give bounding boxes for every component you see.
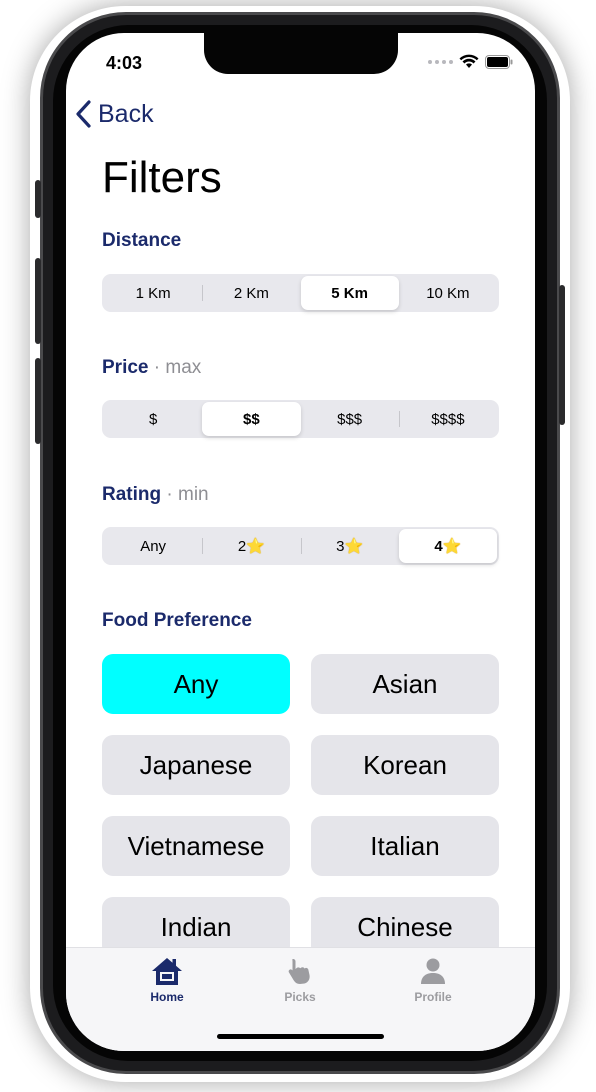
food-preference-label: Food Preference: [102, 610, 252, 632]
rating-label: Rating · min: [102, 484, 209, 506]
food-option-asian[interactable]: Asian: [311, 654, 499, 714]
food-option-any[interactable]: Any: [102, 654, 290, 714]
price-option-1[interactable]: $: [104, 402, 202, 436]
rating-option-label: 4: [434, 537, 443, 555]
tab-profile-label: Profile: [414, 990, 452, 1004]
hand-pointer-icon: [288, 959, 310, 984]
food-preference-grid: Any Asian Japanese Korean Vietnamese Ita…: [102, 654, 499, 957]
status-icons: [428, 54, 513, 69]
rating-option-any[interactable]: Any: [104, 529, 202, 563]
notch: [204, 33, 398, 74]
battery-icon: [485, 54, 513, 69]
price-sublabel: · max: [153, 357, 202, 378]
tab-home-label: Home: [150, 990, 184, 1004]
back-label: Back: [98, 99, 154, 128]
rating-option-4[interactable]: 4 ⭐: [398, 529, 497, 563]
food-option-italian[interactable]: Italian: [311, 816, 499, 876]
rating-option-label: 2: [237, 537, 247, 555]
tab-picks[interactable]: Picks: [250, 956, 350, 1004]
status-time: 4:03: [106, 53, 143, 73]
food-option-vietnamese[interactable]: Vietnamese: [102, 816, 290, 876]
rating-option-2[interactable]: 2 ⭐: [202, 529, 300, 563]
price-option-3[interactable]: $$$: [301, 402, 399, 436]
distance-option-2km[interactable]: 2 Km: [202, 276, 300, 310]
power-button: [559, 285, 565, 425]
wifi-icon: [459, 54, 479, 68]
distance-option-5km[interactable]: 5 Km: [300, 276, 399, 310]
volume-down-button: [35, 358, 41, 444]
person-icon: [421, 958, 445, 984]
home-icon: [152, 958, 182, 985]
page-title: Filters: [102, 153, 222, 202]
screen: 4:03 Back Filters Distance 1 Km 2 Km 5 K…: [66, 33, 535, 1051]
chevron-left-icon: [76, 100, 91, 128]
food-preference-label-text: Food Preference: [102, 610, 252, 631]
tab-profile[interactable]: Profile: [383, 956, 483, 1004]
tab-home[interactable]: Home: [117, 956, 217, 1004]
price-label-text: Price: [102, 357, 149, 378]
rating-option-3[interactable]: 3 ⭐: [300, 529, 399, 563]
food-option-japanese[interactable]: Japanese: [102, 735, 290, 795]
distance-option-1km[interactable]: 1 Km: [104, 276, 202, 310]
distance-label: Distance: [102, 230, 181, 252]
volume-up-button: [35, 258, 41, 344]
price-option-2[interactable]: $$: [202, 402, 301, 436]
rating-segmented-control[interactable]: Any 2 ⭐ 3 ⭐ 4 ⭐: [102, 527, 499, 565]
price-segmented-control[interactable]: $ $$ $$$ $$$$: [102, 400, 499, 438]
rating-sublabel: · min: [166, 484, 209, 505]
rating-label-text: Rating: [102, 484, 162, 505]
distance-label-text: Distance: [102, 230, 182, 251]
silent-switch: [35, 180, 41, 218]
star-icon: ⭐: [246, 538, 265, 555]
star-icon: ⭐: [442, 538, 462, 555]
food-option-korean[interactable]: Korean: [311, 735, 499, 795]
distance-option-10km[interactable]: 10 Km: [399, 276, 497, 310]
price-option-4[interactable]: $$$$: [398, 402, 497, 436]
distance-segmented-control[interactable]: 1 Km 2 Km 5 Km 10 Km: [102, 274, 499, 312]
star-icon: ⭐: [344, 538, 364, 555]
rating-option-label: Any: [140, 537, 167, 555]
back-button[interactable]: Back: [74, 99, 154, 129]
home-indicator: [217, 1034, 384, 1039]
tab-picks-label: Picks: [284, 990, 316, 1004]
price-label: Price · max: [102, 357, 201, 379]
cellular-dots-icon: [428, 59, 453, 64]
